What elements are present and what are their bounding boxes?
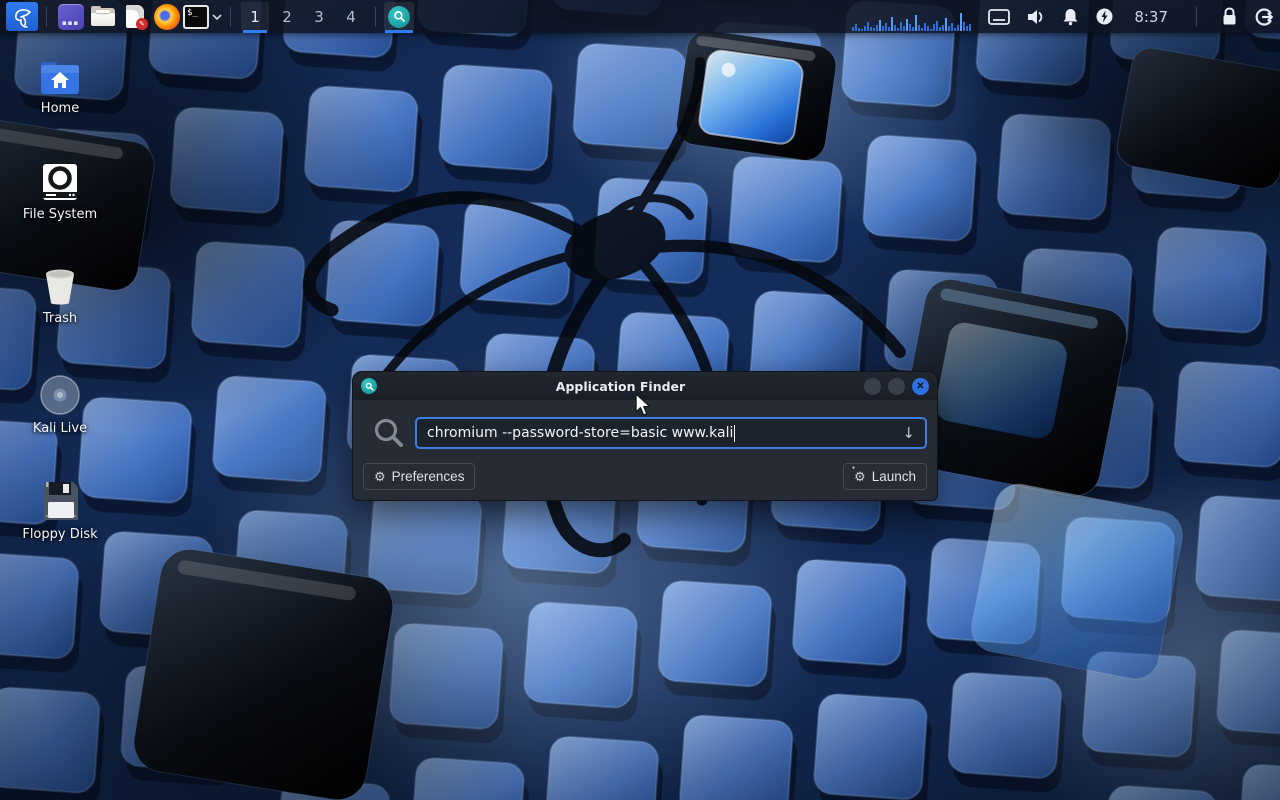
volume-icon[interactable] bbox=[1026, 8, 1046, 26]
desktop: ▪▪▪ ✎ $_ 1 2 3 4 bbox=[0, 0, 1280, 800]
terminal-icon: $_ bbox=[183, 5, 209, 29]
launch-button[interactable]: ⚙ Launch bbox=[843, 463, 927, 490]
optical-disc-icon bbox=[39, 374, 81, 416]
pencil-badge-icon: ✎ bbox=[136, 18, 148, 30]
close-button[interactable]: ✕ bbox=[912, 378, 929, 395]
workspace-3[interactable]: 3 bbox=[305, 2, 333, 31]
close-icon: ✕ bbox=[916, 381, 924, 392]
window-title: Application Finder bbox=[377, 379, 864, 394]
document-icon: ✎ bbox=[122, 4, 148, 30]
desktop-icon-home[interactable]: Home bbox=[12, 52, 108, 116]
mouse-cursor bbox=[634, 393, 654, 417]
desktop-icon-label: File System bbox=[12, 207, 108, 222]
lock-screen-icon[interactable] bbox=[1221, 7, 1238, 26]
panel-separator bbox=[1196, 7, 1197, 27]
application-finder-icon bbox=[388, 6, 410, 28]
workspace-1[interactable]: 1 bbox=[241, 2, 269, 31]
logout-icon[interactable] bbox=[1254, 7, 1274, 27]
workspace-2[interactable]: 2 bbox=[273, 2, 301, 31]
window-finder-icon bbox=[361, 378, 377, 394]
launcher-terminal[interactable]: $_ bbox=[183, 2, 222, 31]
chevron-down-icon[interactable] bbox=[212, 13, 222, 21]
kali-logo-icon bbox=[10, 5, 34, 29]
search-icon bbox=[363, 416, 415, 450]
panel-separator bbox=[375, 7, 376, 27]
desktop-icon-label: Home bbox=[12, 101, 108, 116]
maximize-button[interactable] bbox=[888, 378, 905, 395]
workspace-4[interactable]: 4 bbox=[337, 2, 365, 31]
text-caret bbox=[734, 425, 735, 442]
panel-separator bbox=[230, 7, 231, 27]
kali-menu-button[interactable] bbox=[6, 2, 38, 31]
network-monitor bbox=[852, 9, 974, 33]
minimize-button[interactable] bbox=[864, 378, 881, 395]
launcher-text-editor[interactable]: ✎ bbox=[119, 2, 151, 31]
desktop-icon-label: Trash bbox=[12, 311, 108, 326]
power-manager-icon[interactable] bbox=[1095, 7, 1114, 26]
network-monitor-bars bbox=[852, 13, 971, 31]
command-input-value: chromium --password-store=basic www.kali bbox=[427, 425, 733, 441]
gear-icon: ⚙ bbox=[374, 469, 386, 485]
launcher-firefox[interactable] bbox=[151, 2, 183, 31]
window-dots: ▪▪▪ bbox=[62, 19, 79, 27]
dropdown-arrow-icon[interactable]: ↓ bbox=[902, 424, 915, 442]
launcher-window-app[interactable]: ▪▪▪ bbox=[55, 2, 87, 31]
desktop-icon-kali-live[interactable]: Kali Live bbox=[12, 372, 108, 436]
home-folder-icon bbox=[39, 60, 81, 96]
desktop-icon-file-system[interactable]: File System bbox=[12, 158, 108, 222]
hard-drive-icon bbox=[40, 162, 80, 202]
launch-gear-icon: ⚙ bbox=[854, 469, 866, 485]
desktop-icon-trash[interactable]: Trash bbox=[12, 262, 108, 326]
window-app-icon: ▪▪▪ bbox=[58, 4, 84, 30]
top-panel: ▪▪▪ ✎ $_ 1 2 3 4 bbox=[0, 0, 1280, 33]
panel-separator bbox=[46, 7, 47, 27]
floppy-disk-icon bbox=[40, 480, 80, 522]
desktop-icon-label: Floppy Disk bbox=[12, 527, 108, 542]
system-tray: 8:37 bbox=[988, 7, 1274, 27]
notifications-bell-icon[interactable] bbox=[1062, 8, 1079, 26]
launcher-file-manager[interactable] bbox=[87, 2, 119, 31]
taskbar-application-finder[interactable] bbox=[384, 2, 414, 31]
desktop-icon-floppy-disk[interactable]: Floppy Disk bbox=[12, 478, 108, 542]
firefox-icon bbox=[154, 4, 180, 30]
clock[interactable]: 8:37 bbox=[1134, 8, 1168, 26]
trash-icon bbox=[41, 266, 79, 306]
desktop-icon-label: Kali Live bbox=[12, 421, 108, 436]
folder-icon bbox=[90, 4, 116, 30]
command-input[interactable]: chromium --password-store=basic www.kali… bbox=[415, 417, 927, 449]
preferences-button[interactable]: ⚙ Preferences bbox=[363, 463, 475, 490]
keyboard-icon[interactable] bbox=[988, 9, 1010, 25]
application-finder-window: Application Finder ✕ chromium --password… bbox=[352, 371, 938, 501]
